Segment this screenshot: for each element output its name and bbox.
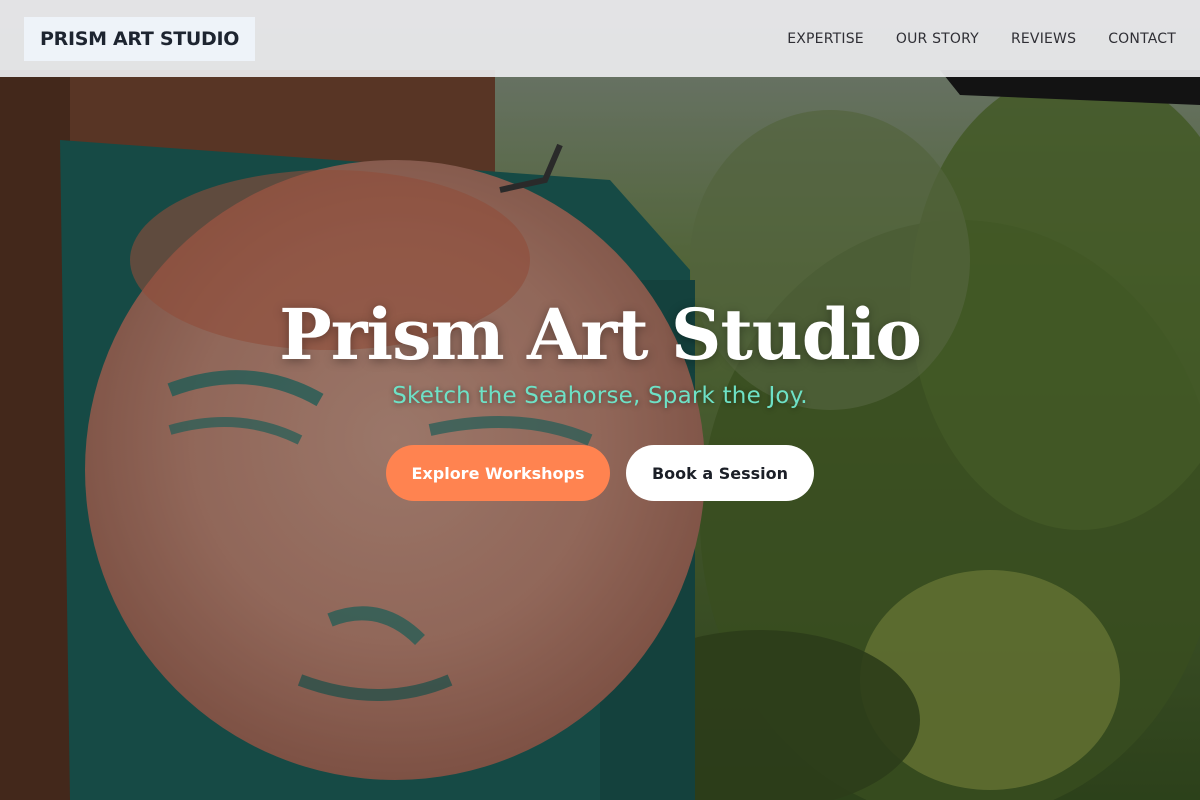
- brand-logo[interactable]: PRISM ART STUDIO: [24, 16, 256, 61]
- cta-row: Explore Workshops Book a Session: [0, 445, 1200, 501]
- top-navbar: PRISM ART STUDIO EXPERTISE OUR STORY REV…: [0, 0, 1200, 77]
- nav-link-our-story[interactable]: OUR STORY: [896, 31, 979, 47]
- hero-content: Prism Art Studio Sketch the Seahorse, Sp…: [0, 293, 1200, 501]
- explore-workshops-button[interactable]: Explore Workshops: [386, 445, 610, 501]
- book-session-button[interactable]: Book a Session: [626, 445, 814, 501]
- hero-tagline: Sketch the Seahorse, Spark the Joy.: [392, 383, 808, 409]
- nav-link-expertise[interactable]: EXPERTISE: [787, 31, 864, 47]
- nav-link-reviews[interactable]: REVIEWS: [1011, 31, 1076, 47]
- hero-section: Prism Art Studio Sketch the Seahorse, Sp…: [0, 0, 1200, 800]
- nav-link-contact[interactable]: CONTACT: [1108, 31, 1176, 47]
- hero-title: Prism Art Studio: [279, 293, 922, 376]
- main-nav: EXPERTISE OUR STORY REVIEWS CONTACT: [787, 31, 1176, 47]
